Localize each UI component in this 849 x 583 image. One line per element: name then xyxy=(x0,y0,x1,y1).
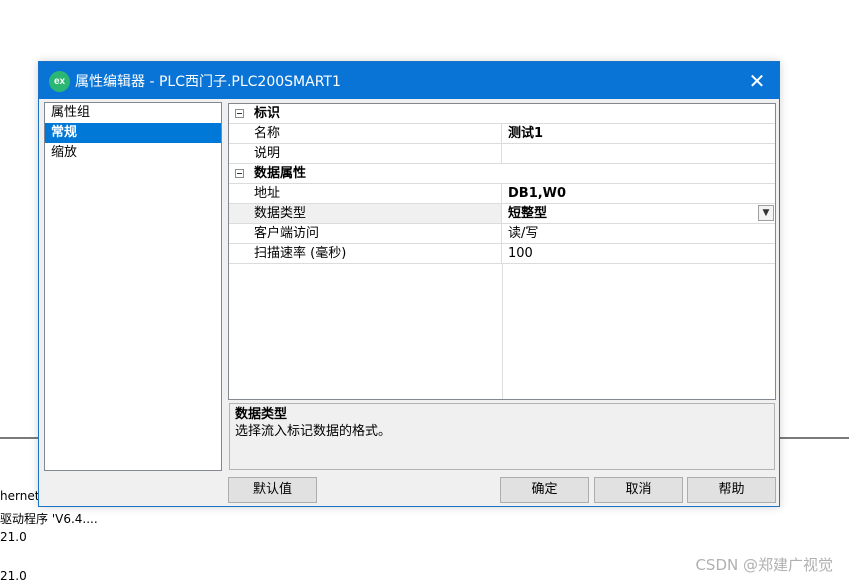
property-group-list[interactable]: 属性组 常规 缩放 xyxy=(44,102,222,471)
title-bar[interactable]: ex 属性编辑器 - PLC西门子.PLC200SMART1 ✕ xyxy=(39,62,779,99)
data-type-value: 短整型 xyxy=(508,206,548,221)
column-divider xyxy=(502,264,503,399)
property-editor-dialog: ex 属性编辑器 - PLC西门子.PLC200SMART1 ✕ 属性组 常规 … xyxy=(38,61,780,507)
property-name: 名称 xyxy=(229,124,502,143)
category-row-data-properties[interactable]: 数据属性 xyxy=(229,164,775,184)
property-value[interactable]: 100 xyxy=(502,244,775,263)
property-group-item-scaling[interactable]: 缩放 xyxy=(45,143,221,163)
property-name: 说明 xyxy=(229,144,502,163)
property-name: 客户端访问 xyxy=(229,224,502,243)
description-panel: 数据类型 选择流入标记数据的格式。 xyxy=(229,403,775,470)
description-title: 数据类型 xyxy=(235,407,288,422)
property-row-address[interactable]: 地址 DB1,W0 xyxy=(229,184,775,204)
property-group-item-general[interactable]: 常规 xyxy=(45,123,221,143)
background-text-2: 驱动程序 'V6.4.... xyxy=(0,512,98,526)
close-button[interactable]: ✕ xyxy=(735,62,779,99)
default-button[interactable]: 默认值 xyxy=(228,477,317,503)
close-icon: ✕ xyxy=(748,68,766,93)
collapse-icon[interactable] xyxy=(235,169,244,178)
property-row-scan-rate[interactable]: 扫描速率 (毫秒) 100 xyxy=(229,244,775,264)
help-button[interactable]: 帮助 xyxy=(687,477,776,503)
cancel-button[interactable]: 取消 xyxy=(594,477,683,503)
category-row-identification[interactable]: 标识 xyxy=(229,104,775,124)
property-row-data-type[interactable]: 数据类型 短整型 ▼ xyxy=(229,204,775,224)
background-text-4: 21.0 xyxy=(0,569,27,583)
property-value[interactable] xyxy=(502,144,775,163)
property-value[interactable]: 读/写 xyxy=(502,224,775,243)
property-name: 数据类型 xyxy=(229,204,502,223)
window-title: 属性编辑器 - PLC西门子.PLC200SMART1 xyxy=(75,74,341,90)
watermark: CSDN @郑建广视觉 xyxy=(695,556,833,574)
app-icon: ex xyxy=(49,71,70,92)
property-value[interactable]: 测试1 xyxy=(502,124,775,143)
property-value[interactable]: DB1,W0 xyxy=(502,184,775,203)
property-name: 扫描速率 (毫秒) xyxy=(229,244,502,263)
property-group-header: 属性组 xyxy=(51,105,91,120)
chevron-down-icon[interactable]: ▼ xyxy=(758,205,774,221)
property-row-client-access[interactable]: 客户端访问 读/写 xyxy=(229,224,775,244)
data-type-select[interactable]: 短整型 ▼ xyxy=(502,204,775,223)
ok-button[interactable]: 确定 xyxy=(500,477,589,503)
property-row-description[interactable]: 说明 xyxy=(229,144,775,164)
category-label: 数据属性 xyxy=(254,166,307,181)
description-text: 选择流入标记数据的格式。 xyxy=(235,424,392,439)
background-text-3: 21.0 xyxy=(0,530,27,544)
property-name: 地址 xyxy=(229,184,502,203)
property-grid: 标识 名称 测试1 说明 数据属性 地址 DB1,W0 数据类型 短整型 ▼ 客… xyxy=(228,103,776,400)
property-row-name[interactable]: 名称 测试1 xyxy=(229,124,775,144)
category-label: 标识 xyxy=(254,106,281,121)
collapse-icon[interactable] xyxy=(235,109,244,118)
